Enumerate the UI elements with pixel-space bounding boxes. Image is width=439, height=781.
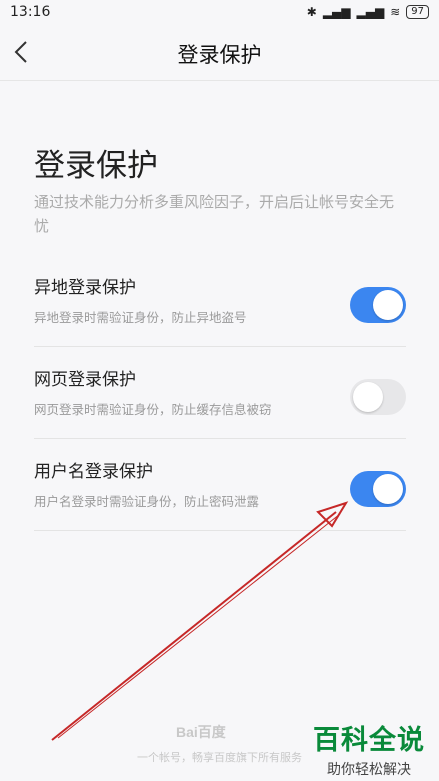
page-title: 登录保护: [34, 148, 158, 184]
web-login-toggle[interactable]: [350, 379, 406, 415]
setting-description: 网页登录时需验证身份，防止缓存信息被窃: [34, 402, 272, 417]
setting-title: 异地登录保护: [34, 278, 136, 298]
status-icons: ✱ ▂▄▆ ▂▄▆ ≋ 97: [307, 5, 429, 19]
baidu-logo: Bai百度: [176, 724, 226, 740]
toggle-knob: [373, 290, 403, 320]
watermark: 百科全说 助你轻松解决: [313, 718, 425, 779]
setting-description: 用户名登录时需验证身份，防止密码泄露: [34, 494, 260, 509]
username-login-toggle[interactable]: [350, 471, 406, 507]
setting-web-login: 网页登录保护 网页登录时需验证身份，防止缓存信息被窃: [34, 347, 406, 439]
signal-icon: ▂▄▆: [322, 5, 351, 19]
status-time: 13:16: [10, 4, 51, 20]
wifi-icon: ≋: [390, 5, 401, 19]
setting-description: 异地登录时需验证身份，防止异地盗号: [34, 310, 247, 325]
setting-title: 用户名登录保护: [34, 462, 153, 482]
page-description: 通过技术能力分析多重风险因子，开启后让帐号安全无忧: [34, 193, 395, 235]
bluetooth-icon: ✱: [306, 5, 317, 19]
battery-icon: 97: [406, 5, 429, 19]
setting-title: 网页登录保护: [34, 370, 136, 390]
toggle-knob: [373, 474, 403, 504]
watermark-subtitle: 助你轻松解决: [327, 762, 411, 778]
setting-remote-login: 异地登录保护 异地登录时需验证身份，防止异地盗号: [34, 255, 406, 347]
nav-title: 登录保护: [177, 43, 262, 67]
remote-login-toggle[interactable]: [350, 287, 406, 323]
watermark-title: 百科全说: [313, 725, 425, 756]
status-bar: 13:16 ✱ ▂▄▆ ▂▄▆ ≋ 97: [0, 0, 439, 24]
nav-bar: 登录保护: [0, 24, 439, 81]
signal-icon: ▂▄▆: [356, 5, 385, 19]
toggle-knob: [353, 382, 383, 412]
setting-username-login: 用户名登录保护 用户名登录时需验证身份，防止密码泄露: [34, 439, 406, 531]
